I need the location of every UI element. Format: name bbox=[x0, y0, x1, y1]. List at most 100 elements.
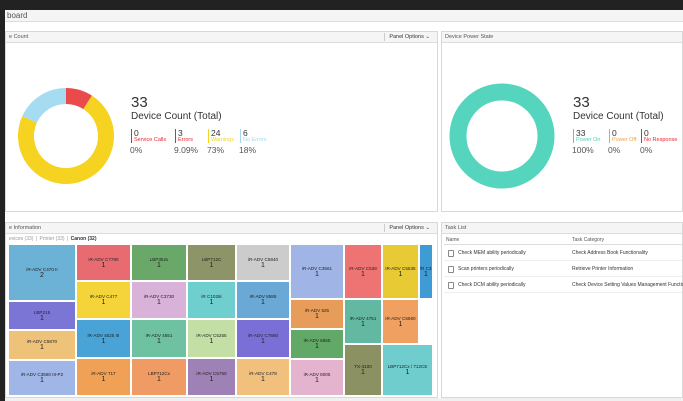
power_state-stat[interactable]: 0 Power Off 0% bbox=[608, 128, 637, 155]
treemap-tile[interactable]: iR-ADV C5560 1 bbox=[382, 299, 419, 344]
stat-percent: 0% bbox=[130, 145, 143, 155]
tile-device-count: 1 bbox=[40, 344, 44, 351]
power_state-stat[interactable]: 33 Power On 100% bbox=[572, 128, 600, 155]
treemap-tile[interactable]: iR-ADV C3561 1 bbox=[290, 244, 344, 299]
power-state-total: 33 bbox=[573, 94, 590, 111]
tile-device-count: 2 bbox=[40, 271, 44, 279]
tile-device-count: 1 bbox=[157, 261, 161, 269]
treemap-tile[interactable]: iR-ADV 4751 1 bbox=[344, 299, 382, 344]
tile-device-count: 1 bbox=[157, 299, 161, 306]
window-top-bar bbox=[0, 0, 683, 10]
tile-device-count: 1 bbox=[315, 270, 319, 278]
treemap-tile[interactable]: iR-ADV 4525 III 1 bbox=[76, 319, 131, 358]
tile-device-count: 1 bbox=[405, 369, 410, 376]
power-state-title: Device Power State bbox=[445, 34, 494, 40]
treemap-tile[interactable]: iR-ADV C470 II 2 bbox=[8, 244, 76, 301]
tile-device-count: 1 bbox=[101, 299, 106, 306]
stat-label: No Response bbox=[644, 137, 678, 143]
treemap-tile[interactable]: LBP712Cx 1 bbox=[131, 358, 187, 396]
treemap-tile[interactable]: iR-ADV C477 1 bbox=[76, 281, 131, 319]
tile-device-count: 1 bbox=[315, 343, 319, 350]
task-category: Check Device Setting Values Management F… bbox=[572, 282, 683, 288]
device_count-stat[interactable]: 0 Service Calls 0% bbox=[130, 129, 166, 155]
treemap-tile[interactable]: iR-ADV C7580 1 bbox=[236, 319, 290, 358]
treemap-tile[interactable]: iR C31201 bbox=[419, 244, 433, 299]
treemap-tile[interactable]: iR-ADV 8005 1 bbox=[290, 359, 344, 396]
device_count-stat[interactable]: 3 Errors 9.09% bbox=[174, 129, 198, 155]
task-row[interactable]: Scan printers periodically Retrieve Prin… bbox=[444, 262, 682, 277]
panel-options-button[interactable]: Panel Options ⌄ bbox=[384, 224, 434, 232]
treemap-tile[interactable]: LBP712C 1 bbox=[187, 244, 236, 281]
task-list-header: Task List bbox=[442, 223, 682, 234]
treemap-tile[interactable]: iR-ADV 4551 1 bbox=[131, 319, 187, 358]
device-filter-tabs: evices (33) | Printer (33) | Canon (32) bbox=[9, 236, 98, 242]
stat-label: Power Off bbox=[612, 137, 637, 143]
stat-percent: 100% bbox=[572, 145, 594, 155]
tile-device-count: 1 bbox=[209, 299, 214, 306]
treemap-tile[interactable]: iR-ADV C5255 1 bbox=[187, 319, 236, 358]
treemap-tile[interactable]: iR-ADV C5535 1 bbox=[382, 244, 419, 299]
donut-segment-no-errors[interactable] bbox=[22, 88, 67, 124]
device_count-stat[interactable]: 6 No Errors 18% bbox=[239, 128, 267, 155]
stat-percent: 73% bbox=[207, 145, 225, 155]
power-state-donut-chart bbox=[449, 83, 555, 189]
tile-device-count: 1 bbox=[398, 270, 403, 278]
treemap-tile[interactable]: iR-ADV C3730 1 bbox=[131, 281, 187, 319]
treemap-tile[interactable]: iR-ADV 717 1 bbox=[76, 358, 131, 396]
tile-model-name: iR-ADV 4751 bbox=[349, 315, 377, 321]
column-name[interactable]: Name bbox=[446, 236, 459, 245]
tile-device-count: 1 bbox=[361, 369, 365, 376]
treemap-tile[interactable]: LBP712Cx / 712CE 1 bbox=[382, 344, 433, 396]
treemap-tile[interactable]: LBP352x 1 bbox=[131, 244, 187, 281]
tile-device-count: 1 bbox=[398, 320, 403, 328]
stat-label: Warnings bbox=[211, 137, 235, 143]
tile-device-count: 1 bbox=[101, 261, 106, 269]
device-info-title: e Information bbox=[9, 225, 42, 231]
treemap-tile[interactable]: LBP215 1 bbox=[8, 301, 76, 330]
donut-segment-power-on[interactable] bbox=[449, 83, 555, 189]
column-task-category[interactable]: Task Category bbox=[572, 236, 604, 245]
treemap-tile[interactable]: iR-ADV C5840 1 bbox=[236, 244, 290, 281]
treemap-tile[interactable]: iR-ADV C538 1 bbox=[344, 244, 382, 299]
task-row[interactable]: Check MEM ability periodically Check Add… bbox=[444, 246, 682, 261]
task-icon bbox=[448, 282, 454, 289]
treemap-tile[interactable]: iR-ADV C5760 1 bbox=[187, 358, 236, 396]
dashboard-title: board bbox=[5, 10, 683, 22]
tile-device-count: 1 bbox=[101, 337, 106, 345]
treemap-tile[interactable]: iR-ADV C5870 1 bbox=[8, 330, 76, 360]
device-info-panel: e Information Panel Options ⌄ evices (33… bbox=[5, 222, 438, 398]
donut-segment-errors[interactable] bbox=[65, 88, 92, 110]
tab-canon[interactable]: Canon (32) bbox=[71, 236, 97, 242]
tab-printer[interactable]: Printer (33) bbox=[40, 236, 65, 242]
stat-count: 0 bbox=[644, 128, 649, 138]
tab-devices[interactable]: evices (33) bbox=[9, 236, 33, 242]
treemap-tile[interactable]: iR-ADV C478 1 bbox=[236, 358, 290, 396]
tab-separator: | bbox=[35, 236, 38, 242]
treemap-tile[interactable]: iR C1028i 1 bbox=[187, 281, 236, 319]
stat-count: 0 bbox=[612, 128, 617, 138]
power_state-stat[interactable]: 0 No Response 0% bbox=[640, 128, 678, 155]
treemap-tile[interactable]: iR-ADV C7780 1 bbox=[76, 244, 131, 281]
tab-separator: | bbox=[66, 236, 69, 242]
stat-count: 33 bbox=[576, 128, 586, 138]
tile-device-count: 1 bbox=[209, 337, 214, 345]
tile-device-count: 1 bbox=[40, 314, 44, 322]
task-row[interactable]: Check DCM ability periodically Check Dev… bbox=[444, 278, 683, 293]
stat-count: 6 bbox=[243, 128, 248, 138]
device-model-treemap: iR-ADV C470 II 2 LBP215 1 iR-ADV C5870 1 iR-AD… bbox=[8, 244, 433, 396]
tile-device-count: 1 bbox=[209, 261, 214, 269]
stat-count: 24 bbox=[211, 128, 221, 138]
treemap-tile[interactable]: iR-ADV 6555 1 bbox=[290, 329, 344, 359]
treemap-tile[interactable]: iR-ADV 525 1 bbox=[290, 299, 344, 329]
treemap-tile[interactable]: TX-3100 1 bbox=[344, 344, 382, 396]
device_count-stat[interactable]: 24 Warnings 73% bbox=[207, 128, 235, 155]
device-info-header: e Information Panel Options ⌄ bbox=[6, 223, 437, 234]
treemap-tile[interactable]: iR-ADV C3560 III-P2 1 bbox=[8, 360, 76, 396]
tile-device-count: 1 bbox=[101, 376, 106, 383]
panel-options-button[interactable]: Panel Options ⌄ bbox=[384, 33, 434, 41]
task-list-column-header: Name Task Category bbox=[444, 236, 682, 245]
stat-percent: 0% bbox=[608, 145, 621, 155]
task-list-panel: Task List Name Task Category Check MEM a… bbox=[441, 222, 683, 398]
treemap-tile[interactable]: iR-ADV 8585 1 bbox=[236, 281, 290, 319]
task-icon bbox=[448, 250, 454, 257]
